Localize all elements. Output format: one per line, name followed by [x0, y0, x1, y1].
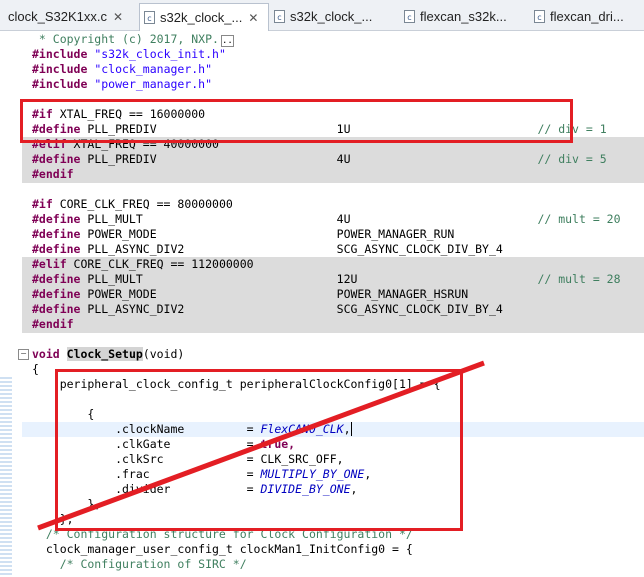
- annotation-strike-line: [37, 360, 485, 531]
- annotation-strike-line: [37, 360, 485, 531]
